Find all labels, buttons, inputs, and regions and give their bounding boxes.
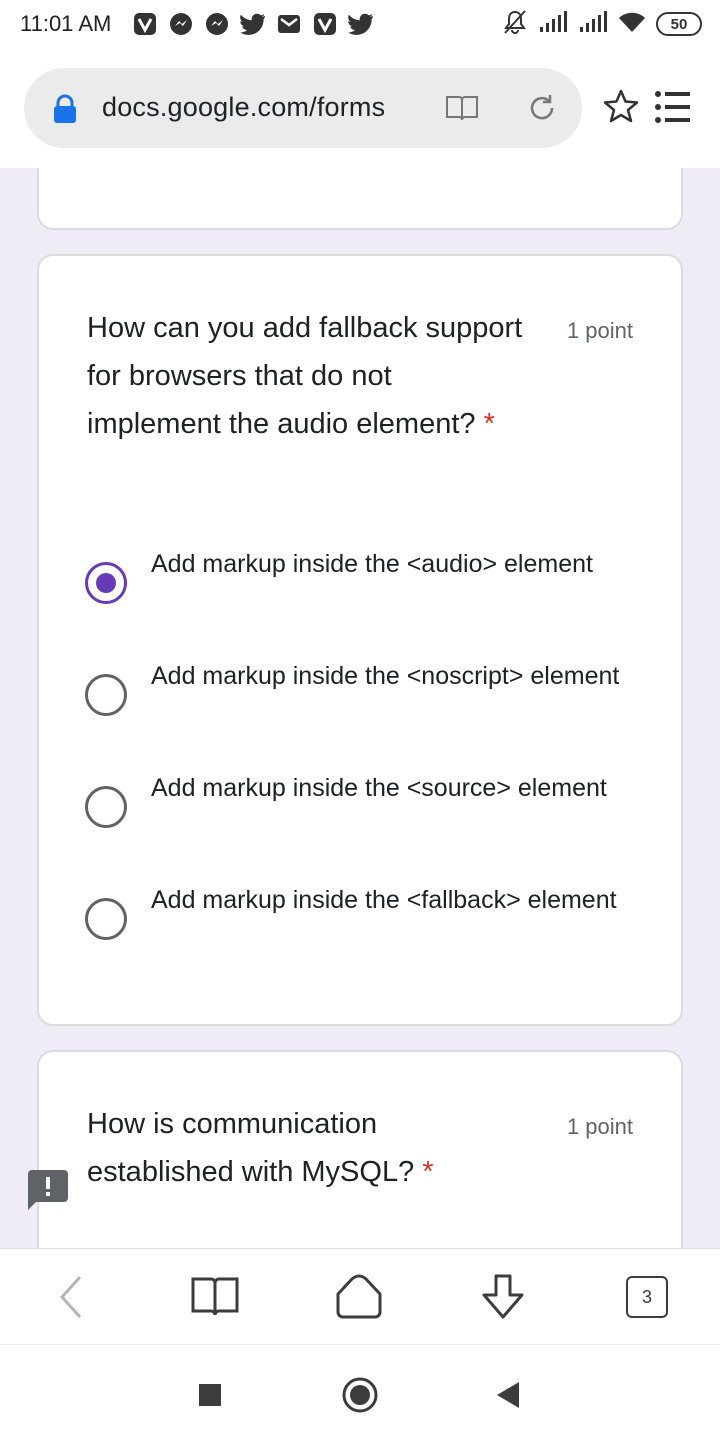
android-nav-bar	[0, 1344, 720, 1440]
gmail-icon	[276, 11, 302, 37]
bookmarks-book-icon[interactable]	[190, 1271, 240, 1323]
tabs-button[interactable]: 3	[622, 1271, 672, 1323]
required-asterisk: *	[422, 1156, 434, 1188]
radio-option[interactable]: Add markup inside the <noscript> element	[85, 656, 645, 746]
v-app-icon	[132, 11, 158, 37]
messenger-icon	[168, 11, 194, 37]
back-triangle-icon[interactable]	[488, 1375, 528, 1415]
question-card: How can you add fallback support for bro…	[37, 254, 683, 1026]
question-points: 1 point	[566, 1114, 633, 1139]
signal-icon	[578, 10, 608, 38]
status-time: 11:01 AM	[20, 11, 112, 36]
option-label[interactable]: Add markup inside the <fallback> element	[151, 880, 631, 920]
mute-bell-icon	[502, 9, 528, 40]
form-content[interactable]: How can you add fallback support for bro…	[0, 168, 720, 1248]
question-card: How is communication established with My…	[37, 1050, 683, 1248]
question-title: How can you add fallback support for bro…	[87, 312, 523, 440]
radio-button[interactable]	[85, 898, 127, 940]
previous-question-card	[37, 168, 683, 230]
v-app-icon	[312, 11, 338, 37]
radio-button-checked[interactable]	[85, 562, 127, 604]
system-status-icons: 50	[502, 9, 702, 40]
option-label[interactable]: Add markup inside the <audio> element	[151, 544, 631, 584]
battery-indicator: 50	[656, 12, 702, 36]
download-arrow-icon[interactable]	[478, 1271, 528, 1323]
twitter-icon	[240, 11, 266, 37]
radio-button[interactable]	[85, 786, 127, 828]
report-issue-icon[interactable]	[28, 1170, 68, 1210]
recents-square-icon[interactable]	[190, 1375, 230, 1415]
url-text[interactable]: docs.google.com/forms	[102, 92, 385, 123]
status-bar: 11:01 AM 50	[0, 0, 720, 50]
home-circle-icon[interactable]	[340, 1375, 380, 1415]
signal-icon	[538, 10, 568, 38]
bookmark-star-icon[interactable]	[602, 88, 640, 126]
address-bar[interactable]: docs.google.com/forms	[24, 68, 582, 148]
option-label[interactable]: Add markup inside the <noscript> element	[151, 656, 631, 696]
required-asterisk: *	[483, 408, 495, 440]
question-points: 1 point	[566, 318, 633, 343]
messenger-icon	[204, 11, 230, 37]
browser-toolbar: docs.google.com/forms	[0, 50, 720, 168]
question-title: How is communication established with My…	[87, 1108, 434, 1188]
radio-button[interactable]	[85, 674, 127, 716]
reload-icon[interactable]	[526, 92, 558, 124]
radio-option[interactable]: Add markup inside the <audio> element	[85, 544, 645, 634]
twitter-icon	[348, 11, 374, 37]
radio-option[interactable]: Add markup inside the <fallback> element	[85, 880, 645, 970]
browser-bottom-nav: 3	[0, 1248, 720, 1344]
radio-option[interactable]: Add markup inside the <source> element	[85, 768, 645, 858]
tab-count[interactable]: 3	[626, 1276, 668, 1318]
menu-icon[interactable]	[654, 90, 692, 124]
reader-mode-icon[interactable]	[444, 92, 480, 124]
option-label[interactable]: Add markup inside the <source> element	[151, 768, 631, 808]
wifi-icon	[618, 11, 646, 38]
back-arrow-icon[interactable]	[46, 1271, 96, 1323]
home-icon[interactable]	[334, 1271, 384, 1323]
lock-icon	[52, 94, 78, 124]
notification-icons	[132, 10, 374, 38]
